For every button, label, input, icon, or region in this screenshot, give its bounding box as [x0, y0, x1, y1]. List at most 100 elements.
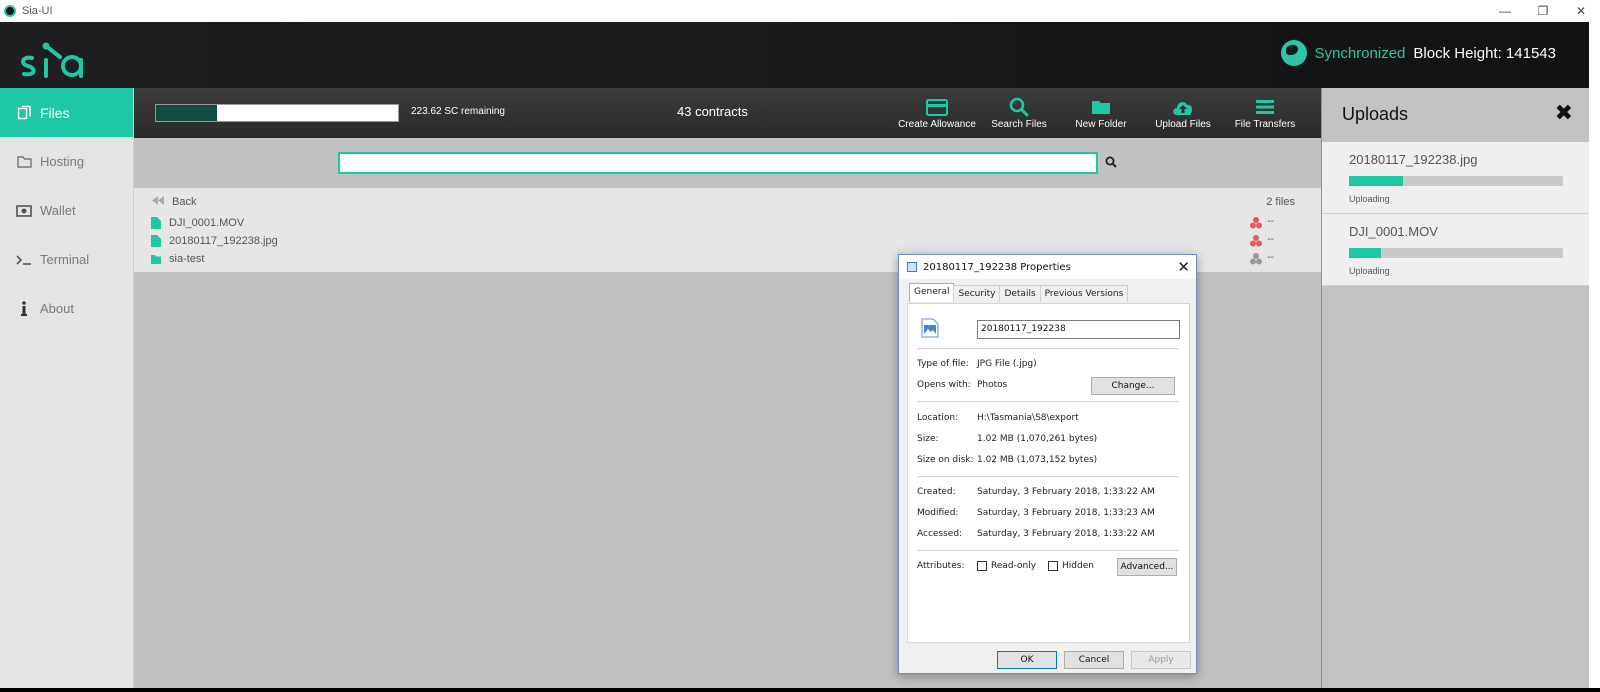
upload-progress-fill — [1349, 248, 1382, 258]
tab-general[interactable]: General — [909, 283, 955, 302]
file-count: 2 files — [1266, 196, 1295, 208]
uploads-header: Uploads ✖ — [1322, 88, 1589, 142]
tab-details[interactable]: Details — [999, 285, 1041, 302]
size-value: 1.02 MB (1,070,261 bytes) — [977, 434, 1098, 444]
files-icon — [16, 105, 32, 121]
upload-progress-bar — [1349, 248, 1563, 258]
size-on-disk-label: Size on disk: — [917, 455, 974, 465]
folder-icon — [16, 154, 32, 170]
toolbar-button-label: Create Allowance — [898, 119, 976, 130]
accessed-label: Accessed: — [917, 529, 963, 539]
toolbar-button-label: File Transfers — [1234, 119, 1296, 130]
upload-item: 20180117_192238.jpg Uploading — [1322, 142, 1589, 214]
sidebar-item-terminal[interactable]: Terminal — [0, 235, 133, 284]
file-extra: -- — [1267, 216, 1274, 227]
cancel-button[interactable]: Cancel — [1064, 651, 1124, 669]
dialog-title: 20180117_192238 Properties — [923, 261, 1071, 273]
app-header: Synchronized Block Height: 141543 — [0, 22, 1600, 88]
checkbox-label: Read-only — [991, 561, 1037, 571]
divider — [917, 348, 1179, 349]
properties-dialog: 20180117_192238 Properties ✕ General Sec… — [898, 254, 1197, 674]
image-file-icon — [921, 318, 939, 338]
sidebar-item-label: Terminal — [40, 252, 90, 267]
upload-files-button[interactable]: Upload Files — [1142, 96, 1224, 130]
upload-progress-fill — [1349, 176, 1403, 186]
info-icon — [16, 301, 32, 317]
advanced-button[interactable]: Advanced... — [1117, 558, 1177, 576]
file-name: DJI_0001.MOV — [169, 217, 245, 229]
toolbar-button-label: Search Files — [991, 119, 1047, 130]
back-button[interactable]: Back — [152, 196, 196, 208]
allowance-remaining: 223.62 SC remaining — [411, 106, 505, 117]
file-transfers-button[interactable]: File Transfers — [1224, 96, 1306, 130]
upload-progress-bar — [1349, 176, 1563, 186]
ok-button[interactable]: OK — [997, 651, 1057, 669]
file-icon — [151, 217, 161, 229]
sidebar-item-about[interactable]: About — [0, 284, 133, 333]
folder-row[interactable]: sia-test — [151, 250, 204, 268]
wallet-icon — [16, 203, 32, 219]
tab-security[interactable]: Security — [953, 285, 1001, 302]
created-value: Saturday, 3 February 2018, 1:33:22 AM — [977, 487, 1155, 497]
checkbox-label: Hidden — [1062, 561, 1094, 571]
opens-with-value: Photos — [977, 380, 1008, 390]
file-row[interactable]: DJI_0001.MOV — [151, 214, 244, 232]
checkbox-box — [1048, 561, 1058, 571]
list-icon — [1224, 96, 1306, 118]
sidebar-item-label: Hosting — [40, 154, 85, 169]
read-only-checkbox[interactable]: Read-only — [977, 561, 1036, 571]
sia-logo — [21, 42, 83, 78]
file-row[interactable]: 20180117_192238.jpg — [151, 232, 278, 250]
close-window-button[interactable]: ✕ — [1562, 0, 1600, 22]
divider — [917, 401, 1179, 402]
sidebar-item-label: Files — [40, 104, 70, 121]
restore-button[interactable]: ❐ — [1524, 0, 1562, 22]
new-folder-button[interactable]: New Folder — [1060, 96, 1142, 130]
general-tab-panel: 20180117_192238 Type of file: JPG File (… — [907, 303, 1190, 643]
search-input[interactable] — [338, 152, 1098, 174]
sidebar-item-files[interactable]: Files — [0, 88, 133, 137]
file-extra: -- — [1267, 234, 1274, 245]
allowance-progress-fill — [156, 105, 217, 121]
sidebar-item-wallet[interactable]: Wallet — [0, 186, 133, 235]
toolbar-button-label: Upload Files — [1155, 119, 1211, 130]
close-uploads-button[interactable]: ✖ — [1555, 100, 1573, 126]
divider — [917, 476, 1179, 477]
cloud-upload-icon — [1142, 96, 1224, 118]
opens-with-label: Opens with: — [917, 380, 971, 390]
modified-label: Modified: — [917, 508, 959, 518]
search-files-button[interactable]: Search Files — [978, 96, 1060, 130]
file-name-field[interactable]: 20180117_192238 — [977, 320, 1180, 339]
credit-card-icon — [896, 96, 978, 118]
back-label: Back — [172, 196, 197, 208]
upload-status: Uploading — [1349, 194, 1390, 204]
tab-previous-versions[interactable]: Previous Versions — [1039, 285, 1129, 302]
redundancy-low-icon — [1250, 235, 1262, 247]
dialog-tabs: General Security Details Previous Versio… — [909, 283, 1129, 302]
sync-status-text: Synchronized — [1314, 44, 1406, 62]
change-button[interactable]: Change... — [1091, 377, 1175, 395]
apply-button[interactable]: Apply — [1131, 651, 1191, 669]
minimize-button[interactable]: — — [1486, 0, 1524, 22]
toolbar-button-label: New Folder — [1075, 119, 1127, 130]
sidebar-item-label: About — [40, 301, 74, 316]
hidden-checkbox[interactable]: Hidden — [1048, 561, 1094, 571]
sidebar-item-label: Wallet — [40, 203, 76, 218]
search-icon[interactable] — [1102, 153, 1120, 171]
dialog-close-button[interactable]: ✕ — [1177, 258, 1190, 276]
upload-file-name: DJI_0001.MOV — [1349, 224, 1438, 239]
sidebar-item-hosting[interactable]: Hosting — [0, 137, 133, 186]
location-label: Location: — [917, 413, 959, 423]
create-allowance-button[interactable]: Create Allowance — [896, 96, 978, 130]
modified-value: Saturday, 3 February 2018, 1:33:23 AM — [977, 508, 1155, 518]
window-right-edge — [1589, 22, 1600, 688]
redundancy-unknown-icon — [1250, 253, 1262, 265]
size-label: Size: — [917, 434, 939, 444]
image-file-icon — [907, 262, 917, 272]
type-value: JPG File (.jpg) — [977, 359, 1037, 369]
type-label: Type of file: — [917, 359, 969, 369]
search-icon — [978, 96, 1060, 118]
uploads-title: Uploads — [1342, 104, 1409, 124]
created-label: Created: — [917, 487, 956, 497]
globe-icon — [1280, 40, 1307, 66]
